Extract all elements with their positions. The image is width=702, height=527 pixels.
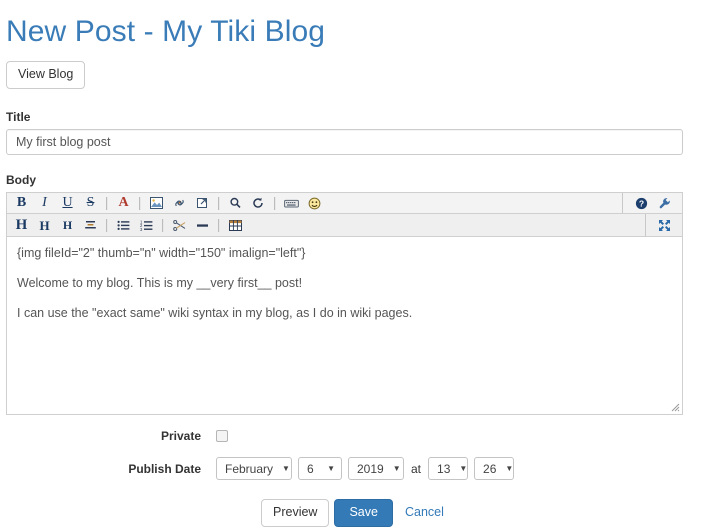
hour-select-value: 13 xyxy=(437,461,451,476)
insert-table-icon[interactable] xyxy=(225,216,246,234)
external-link-icon[interactable] xyxy=(192,194,213,212)
toolbar-separator xyxy=(218,196,220,210)
insert-link-icon[interactable] xyxy=(169,194,190,212)
private-checkbox[interactable] xyxy=(216,430,228,442)
new-post-page: New Post - My Tiki Blog View Blog Title … xyxy=(0,0,702,527)
editor-toolbar-row-1-buttons: B I U S A xyxy=(7,193,622,213)
day-select[interactable]: 6 ▼ xyxy=(298,457,342,480)
page-title: New Post - My Tiki Blog xyxy=(6,15,326,48)
bold-icon[interactable]: B xyxy=(11,194,32,212)
chevron-down-icon: ▼ xyxy=(282,463,290,473)
publish-date-field: February ▼ 6 ▼ 2019 ▼ at 13 ▼ 26 ▼ xyxy=(216,457,520,480)
toolbar-separator xyxy=(274,196,276,210)
keyboard-icon[interactable] xyxy=(281,194,302,212)
bullet-list-icon[interactable] xyxy=(113,216,134,234)
horizontal-rule-icon[interactable] xyxy=(192,216,213,234)
private-label: Private xyxy=(160,429,201,443)
month-select[interactable]: February ▼ xyxy=(216,457,292,480)
view-blog-toolbar: View Blog xyxy=(0,50,702,89)
replace-icon[interactable] xyxy=(248,194,269,212)
editor-toolbar-row-2: H H H 123 xyxy=(6,214,683,237)
chevron-down-icon: ▼ xyxy=(459,463,468,473)
toolbar-separator xyxy=(162,218,164,232)
strikethrough-icon[interactable]: S xyxy=(80,194,101,212)
minute-select[interactable]: 26 ▼ xyxy=(474,457,515,480)
svg-text:3: 3 xyxy=(140,226,143,230)
toolbar-separator xyxy=(106,218,108,232)
toolbar-separator xyxy=(106,196,108,210)
title-input[interactable] xyxy=(6,129,683,155)
smiley-icon[interactable] xyxy=(304,194,325,212)
chevron-down-icon: ▼ xyxy=(327,463,335,473)
cancel-button[interactable]: Cancel xyxy=(395,500,454,526)
private-row: Private xyxy=(0,429,702,443)
body-textarea[interactable]: {img fileId="2" thumb="n" width="150" im… xyxy=(6,237,683,415)
form-actions: Preview Save Cancel xyxy=(0,499,702,527)
search-icon[interactable] xyxy=(225,194,246,212)
wrench-settings-icon[interactable] xyxy=(654,194,675,212)
textarea-resize-handle[interactable] xyxy=(668,400,680,412)
heading2-icon[interactable]: H xyxy=(34,216,55,234)
day-select-value: 6 xyxy=(307,461,314,476)
wiki-editor: B I U S A ? H H H 1 2 3 {img fileId="2" … xyxy=(6,192,683,415)
editor-toolbar-row-2-buttons: H H H 123 xyxy=(7,214,645,236)
chevron-down-icon: ▼ xyxy=(505,463,514,473)
align-center-icon[interactable] xyxy=(80,216,101,234)
preview-button[interactable]: Preview xyxy=(261,499,330,527)
year-select[interactable]: 2019 ▼ xyxy=(348,457,404,480)
svg-text:?: ? xyxy=(639,198,644,208)
help-icon[interactable]: ? xyxy=(631,194,652,212)
editor-toolbar-row-2-right xyxy=(645,214,682,236)
insert-image-icon[interactable] xyxy=(146,194,167,212)
view-blog-button[interactable]: View Blog xyxy=(6,61,86,89)
at-label: at xyxy=(411,461,422,476)
year-select-value: 2019 xyxy=(357,461,384,476)
underline-icon[interactable]: U xyxy=(57,194,78,212)
body-line: I can use the "exact same" wiki syntax i… xyxy=(17,306,413,320)
chevron-down-icon: ▼ xyxy=(392,463,401,473)
month-select-value: February xyxy=(225,461,274,476)
save-button[interactable]: Save xyxy=(334,499,393,527)
body-label: Body xyxy=(6,173,36,187)
fullscreen-icon[interactable] xyxy=(654,216,675,234)
publish-date-row: Publish Date February ▼ 6 ▼ 2019 ▼ at 13… xyxy=(0,457,702,480)
publish-date-label: Publish Date xyxy=(128,461,201,476)
numbered-list-icon[interactable]: 123 xyxy=(136,216,157,234)
title-label: Title xyxy=(6,110,31,124)
minute-select-value: 26 xyxy=(483,461,497,476)
body-line: {img fileId="2" thumb="n" width="150" im… xyxy=(17,246,306,260)
body-line: Welcome to my blog. This is my __very fi… xyxy=(17,276,303,290)
cut-scissors-icon[interactable] xyxy=(169,216,190,234)
toolbar-separator xyxy=(139,196,141,210)
text-color-icon[interactable]: A xyxy=(113,194,134,212)
hour-select[interactable]: 13 ▼ xyxy=(428,457,469,480)
private-field xyxy=(216,430,228,442)
toolbar-separator xyxy=(218,218,220,232)
italic-icon[interactable]: I xyxy=(34,194,55,212)
heading3-icon[interactable]: H xyxy=(57,216,78,234)
editor-toolbar-row-1: B I U S A ? xyxy=(6,192,683,214)
heading1-icon[interactable]: H xyxy=(11,216,32,234)
editor-toolbar-row-1-right: ? xyxy=(622,193,682,213)
